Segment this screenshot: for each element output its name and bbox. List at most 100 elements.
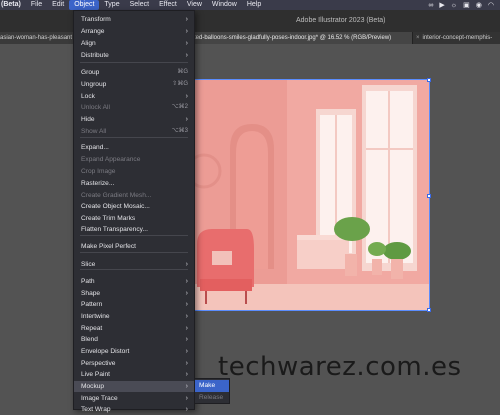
menu-item-repeat[interactable]: Repeat › <box>74 323 194 334</box>
menu-item-label: Pattern <box>81 301 103 308</box>
chevron-right-icon: › <box>185 371 188 378</box>
menu-item-crop-image[interactable]: Crop Image <box>74 166 194 177</box>
menu-item-rasterize[interactable]: Rasterize... <box>74 178 194 189</box>
menu-item-create-object-mosaic[interactable]: Create Object Mosaic... <box>74 201 194 212</box>
chevron-right-icon: › <box>185 261 188 268</box>
submenu-item-release[interactable]: Release <box>195 392 229 404</box>
wifi-icon[interactable]: ◠ <box>488 1 494 9</box>
menu-item-live-paint[interactable]: Live Paint › <box>74 369 194 380</box>
placed-image[interactable] <box>192 79 430 311</box>
menu-item-label: Rasterize... <box>81 180 115 187</box>
menu-item-label: Expand Appearance <box>81 156 141 163</box>
menu-item-label: Crop Image <box>81 168 116 175</box>
menu-item-label: Create Gradient Mesh... <box>81 192 152 199</box>
menu-item-image-trace[interactable]: Image Trace › <box>74 393 194 404</box>
menu-item-label: Slice <box>81 261 96 268</box>
menu-item-label: Group <box>81 69 100 76</box>
menu-type[interactable]: Type <box>99 0 124 10</box>
menu-item-label: Intertwine <box>81 313 110 320</box>
watermark-text: techwarez.com.es <box>218 352 462 382</box>
shortcut-label: ⇧⌘G <box>172 81 188 87</box>
system-menubar: (Beta) File Edit Object Type Select Effe… <box>0 0 500 10</box>
menu-item-distribute[interactable]: Distribute › <box>74 50 194 61</box>
menu-item-make-pixel-perfect[interactable]: Make Pixel Perfect <box>74 241 194 252</box>
menu-item-label: Flatten Transparency... <box>81 226 148 233</box>
menu-item-label: Ungroup <box>81 81 107 88</box>
menu-item-label: Hide <box>81 116 95 123</box>
menu-item-label: Unlock All <box>81 104 110 111</box>
menu-item-label: Transform <box>81 16 111 23</box>
menu-item-intertwine[interactable]: Intertwine › <box>74 311 194 322</box>
menu-item-expand[interactable]: Expand... <box>74 142 194 153</box>
menu-item-label: Lock <box>81 93 95 100</box>
menu-edit[interactable]: Edit <box>47 0 69 10</box>
sun-icon[interactable]: ☼ <box>451 2 457 9</box>
menu-separator <box>80 62 188 63</box>
menu-item-shape[interactable]: Shape › <box>74 288 194 299</box>
menu-help[interactable]: Help <box>242 0 266 10</box>
menu-item-perspective[interactable]: Perspective › <box>74 358 194 369</box>
chevron-right-icon: › <box>185 348 188 355</box>
menu-item-label: Shape <box>81 290 101 297</box>
menu-item-align[interactable]: Align › <box>74 38 194 49</box>
menu-item-label: Arrange <box>81 28 105 35</box>
menu-effect[interactable]: Effect <box>154 0 182 10</box>
chevron-right-icon: › <box>185 301 188 308</box>
doc-tab-label: ted-balloons-smiles-gladfully-poses-indo… <box>194 35 392 41</box>
menu-item-label: Repeat <box>81 325 103 332</box>
doc-tab-label: asian-woman-has-pleasant <box>0 35 73 41</box>
shortcut-label: ⌘G <box>177 69 188 75</box>
menu-app[interactable]: (Beta) <box>0 0 26 10</box>
menu-item-ungroup[interactable]: Ungroup ⇧⌘G <box>74 79 194 90</box>
menu-item-lock[interactable]: Lock › <box>74 91 194 102</box>
menu-item-label: Make Pixel Perfect <box>81 243 136 250</box>
menu-item-unlock-all[interactable]: Unlock All ⌥⌘2 <box>74 102 194 113</box>
chevron-right-icon: › <box>185 28 188 35</box>
menu-item-create-gradient-mesh[interactable]: Create Gradient Mesh... <box>74 190 194 201</box>
menu-item-transform[interactable]: Transform › <box>74 14 194 25</box>
doc-tab-label: interior-concept-memphis- <box>422 35 493 41</box>
menu-item-label: Create Trim Marks <box>81 215 136 222</box>
menu-item-label: Envelope Distort <box>81 348 130 355</box>
menu-item-arrange[interactable]: Arrange › <box>74 26 194 37</box>
menu-item-label: Expand... <box>81 144 109 151</box>
image-icon[interactable]: ▣ <box>463 1 470 9</box>
menu-item-envelope-distort[interactable]: Envelope Distort › <box>74 346 194 357</box>
menu-item-mockup[interactable]: Mockup › <box>74 381 194 392</box>
menu-item-pattern[interactable]: Pattern › <box>74 299 194 310</box>
menu-window[interactable]: Window <box>207 0 242 10</box>
menu-file[interactable]: File <box>26 0 47 10</box>
menu-item-path[interactable]: Path › <box>74 276 194 287</box>
camera-icon[interactable]: ◉ <box>476 1 482 9</box>
play-icon[interactable]: ▶ <box>439 1 444 9</box>
menu-item-label: Align <box>81 40 96 47</box>
menu-item-hide[interactable]: Hide › <box>74 114 194 125</box>
chevron-right-icon: › <box>185 40 188 47</box>
menu-select[interactable]: Select <box>125 0 154 10</box>
doc-tab-1[interactable]: asian-woman-has-pleasant <box>0 32 74 44</box>
chevron-right-icon: › <box>185 16 188 23</box>
menu-item-create-trim-marks[interactable]: Create Trim Marks <box>74 213 194 224</box>
menu-item-label: Distribute <box>81 52 109 59</box>
menu-item-label: Perspective <box>81 360 116 367</box>
shortcut-label: ⌥⌘3 <box>171 128 188 134</box>
menu-item-expand-appearance[interactable]: Expand Appearance <box>74 154 194 165</box>
menu-item-label: Mockup <box>81 383 105 390</box>
menu-item-blend[interactable]: Blend › <box>74 334 194 345</box>
doc-tab-3[interactable]: × interior-concept-memphis- <box>412 32 500 44</box>
menu-item-flatten-transparency[interactable]: Flatten Transparency... <box>74 224 194 235</box>
chevron-right-icon: › <box>185 278 188 285</box>
menu-item-show-all[interactable]: Show All ⌥⌘3 <box>74 126 194 137</box>
menu-item-slice[interactable]: Slice › <box>74 259 194 270</box>
object-menu: Transform › Arrange › Align › Distribute › Group… <box>73 10 195 413</box>
link-icon[interactable]: ∞ <box>428 2 433 9</box>
chevron-right-icon: › <box>185 383 188 390</box>
menu-view[interactable]: View <box>182 0 207 10</box>
menu-separator <box>80 235 188 236</box>
menu-item-label: Live Paint <box>81 371 110 378</box>
doc-tab-active[interactable]: ted-balloons-smiles-gladfully-poses-indo… <box>194 32 412 44</box>
menu-object[interactable]: Object <box>69 0 100 10</box>
close-icon[interactable]: × <box>416 35 420 41</box>
shortcut-label: ⌥⌘2 <box>171 104 188 110</box>
menu-item-group[interactable]: Group ⌘G <box>74 67 194 78</box>
